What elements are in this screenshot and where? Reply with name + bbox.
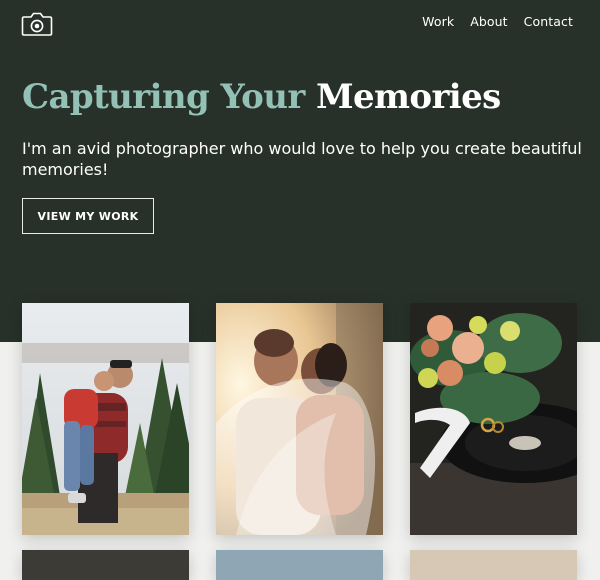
hero-section: Work About Contact Capturing Your Memori…	[0, 0, 600, 342]
page-title: Capturing Your Memories	[22, 74, 501, 120]
gallery-photo-row2-3[interactable]	[410, 550, 577, 580]
gallery-photo-row2-1[interactable]	[22, 550, 189, 580]
gallery-photo-row2-2[interactable]	[216, 550, 383, 580]
view-my-work-button[interactable]: VIEW MY WORK	[22, 198, 154, 234]
nav-link-contact[interactable]: Contact	[524, 14, 573, 29]
nav-link-work[interactable]: Work	[422, 14, 454, 29]
main-nav: Work About Contact	[406, 14, 573, 29]
camera-icon[interactable]	[21, 11, 53, 37]
hero-subtitle: I'm an avid photographer who would love …	[22, 139, 582, 179]
title-accent-text: Capturing Your	[22, 77, 305, 117]
title-main-text: Memories	[315, 77, 501, 117]
wedding-couple-kiss-photo[interactable]	[216, 303, 383, 535]
nav-link-about[interactable]: About	[470, 14, 507, 29]
family-christmas-tree-farm-photo[interactable]	[22, 303, 189, 535]
bouquet-rings-vinyl-record-photo[interactable]	[410, 303, 577, 535]
